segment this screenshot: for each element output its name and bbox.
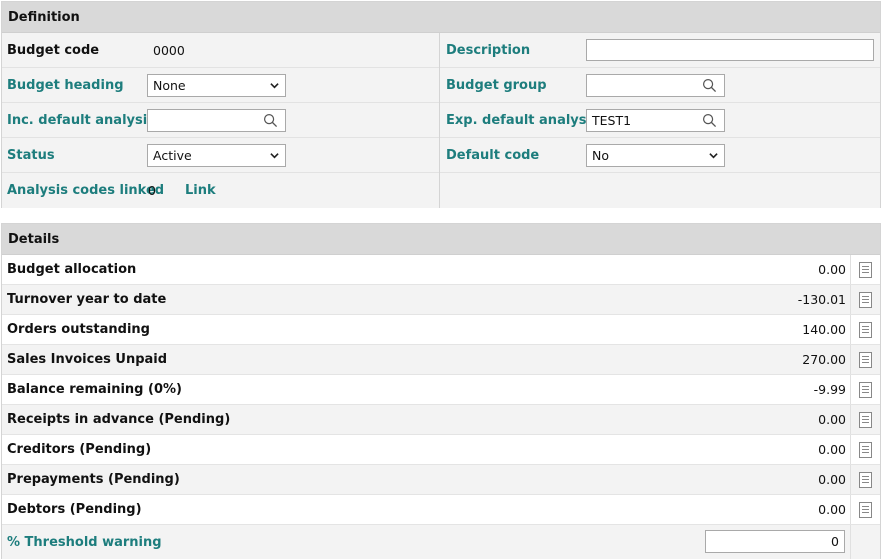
column-divider [850,435,851,464]
document-icon[interactable] [859,352,872,368]
analysis-codes-linked-row: Analysis codes linked 0 Link [2,173,439,208]
row-value: 0.00 [818,502,846,517]
definition-body: Budget code 0000 Budget heading None Inc… [2,33,880,208]
table-row: Sales Invoices Unpaid 270.00 [2,345,880,375]
document-icon[interactable] [859,322,872,338]
details-header: Details [2,224,880,255]
row-value: 140.00 [802,322,846,337]
budget-heading-row: Budget heading None [2,68,439,103]
status-label[interactable]: Status [7,148,55,163]
budget-group-input[interactable] [586,73,725,97]
inc-default-analysis-row: Inc. default analysis [2,103,439,138]
document-icon[interactable] [859,502,872,518]
default-code-selected: No [592,147,609,163]
chevron-down-icon [709,152,718,158]
budget-code-row: Budget code 0000 [2,33,439,68]
exp-default-analysis-input[interactable]: TEST1 [586,108,725,132]
default-code-select[interactable]: No [586,143,725,167]
definition-left-column: Budget code 0000 Budget heading None Inc… [2,33,440,208]
budget-heading-selected: None [153,77,186,93]
document-icon[interactable] [859,382,872,398]
document-icon[interactable] [859,262,872,278]
status-select[interactable]: Active [147,143,286,167]
search-icon[interactable] [702,78,717,93]
budget-group-label[interactable]: Budget group [446,78,547,93]
exp-default-analysis-label[interactable]: Exp. default analysis [446,113,599,128]
document-icon[interactable] [859,472,872,488]
exp-default-analysis-row: Exp. default analysis TEST1 [440,103,880,138]
definition-right-column: Description Budget group Exp. default an… [440,33,880,208]
definition-header: Definition [2,2,880,33]
budget-code-value: 0000 [153,42,185,58]
default-code-label[interactable]: Default code [446,148,539,163]
description-row: Description [440,33,880,68]
table-row: Prepayments (Pending) 0.00 [2,465,880,495]
column-divider [850,375,851,404]
row-label: Prepayments (Pending) [7,472,180,487]
row-value: 270.00 [802,352,846,367]
table-row: Receipts in advance (Pending) 0.00 [2,405,880,435]
document-icon[interactable] [859,292,872,308]
chevron-down-icon [270,82,279,88]
row-value: 0.00 [818,412,846,427]
row-label: Turnover year to date [7,292,167,307]
row-value: -130.01 [797,292,846,307]
column-divider [850,345,851,374]
row-value: 0.00 [818,442,846,457]
exp-default-analysis-value: TEST1 [592,112,632,128]
details-body: Budget allocation 0.00 Turnover year to … [2,255,880,559]
table-row: Budget allocation 0.00 [2,255,880,285]
budget-group-row: Budget group [440,68,880,103]
budget-heading-label[interactable]: Budget heading [7,78,124,93]
analysis-codes-linked-count: 0 [148,183,156,198]
table-row: Orders outstanding 140.00 [2,315,880,345]
row-label: Budget allocation [7,262,137,277]
column-divider [850,255,851,284]
column-divider [850,315,851,344]
empty-row [440,173,880,208]
inc-default-analysis-input[interactable] [147,108,286,132]
description-input[interactable] [586,39,874,61]
search-icon[interactable] [263,113,278,128]
document-icon[interactable] [859,442,872,458]
default-code-row: Default code No [440,138,880,173]
row-label: Sales Invoices Unpaid [7,352,168,367]
threshold-input[interactable]: 0 [705,530,845,553]
status-row: Status Active [2,138,439,173]
table-row: Turnover year to date -130.01 [2,285,880,315]
row-value: 0.00 [818,472,846,487]
column-divider [850,405,851,434]
search-icon[interactable] [702,113,717,128]
chevron-down-icon [270,152,279,158]
details-panel: Details Budget allocation 0.00 Turnover … [1,223,881,559]
budget-code-label: Budget code [7,42,100,58]
row-label: Balance remaining (0%) [7,382,182,397]
definition-panel: Definition Budget code 0000 Budget headi… [1,1,881,208]
analysis-codes-link[interactable]: Link [185,183,216,198]
table-row: Debtors (Pending) 0.00 [2,495,880,525]
budget-heading-select[interactable]: None [147,73,286,97]
document-icon[interactable] [859,412,872,428]
row-label: Debtors (Pending) [7,502,142,517]
table-row: Creditors (Pending) 0.00 [2,435,880,465]
column-divider [850,285,851,314]
threshold-label[interactable]: % Threshold warning [7,535,162,550]
row-label: Receipts in advance (Pending) [7,412,231,427]
row-value: -9.99 [813,382,846,397]
row-label: Creditors (Pending) [7,442,152,457]
description-label[interactable]: Description [446,43,530,58]
column-divider [850,525,851,559]
inc-default-analysis-label[interactable]: Inc. default analysis [7,113,155,128]
analysis-codes-linked-label[interactable]: Analysis codes linked [7,183,164,198]
column-divider [850,495,851,524]
column-divider [850,465,851,494]
row-value: 0.00 [818,262,846,277]
status-selected: Active [153,147,192,163]
table-row: Balance remaining (0%) -9.99 [2,375,880,405]
threshold-row: % Threshold warning 0 [2,525,880,559]
row-label: Orders outstanding [7,322,150,337]
